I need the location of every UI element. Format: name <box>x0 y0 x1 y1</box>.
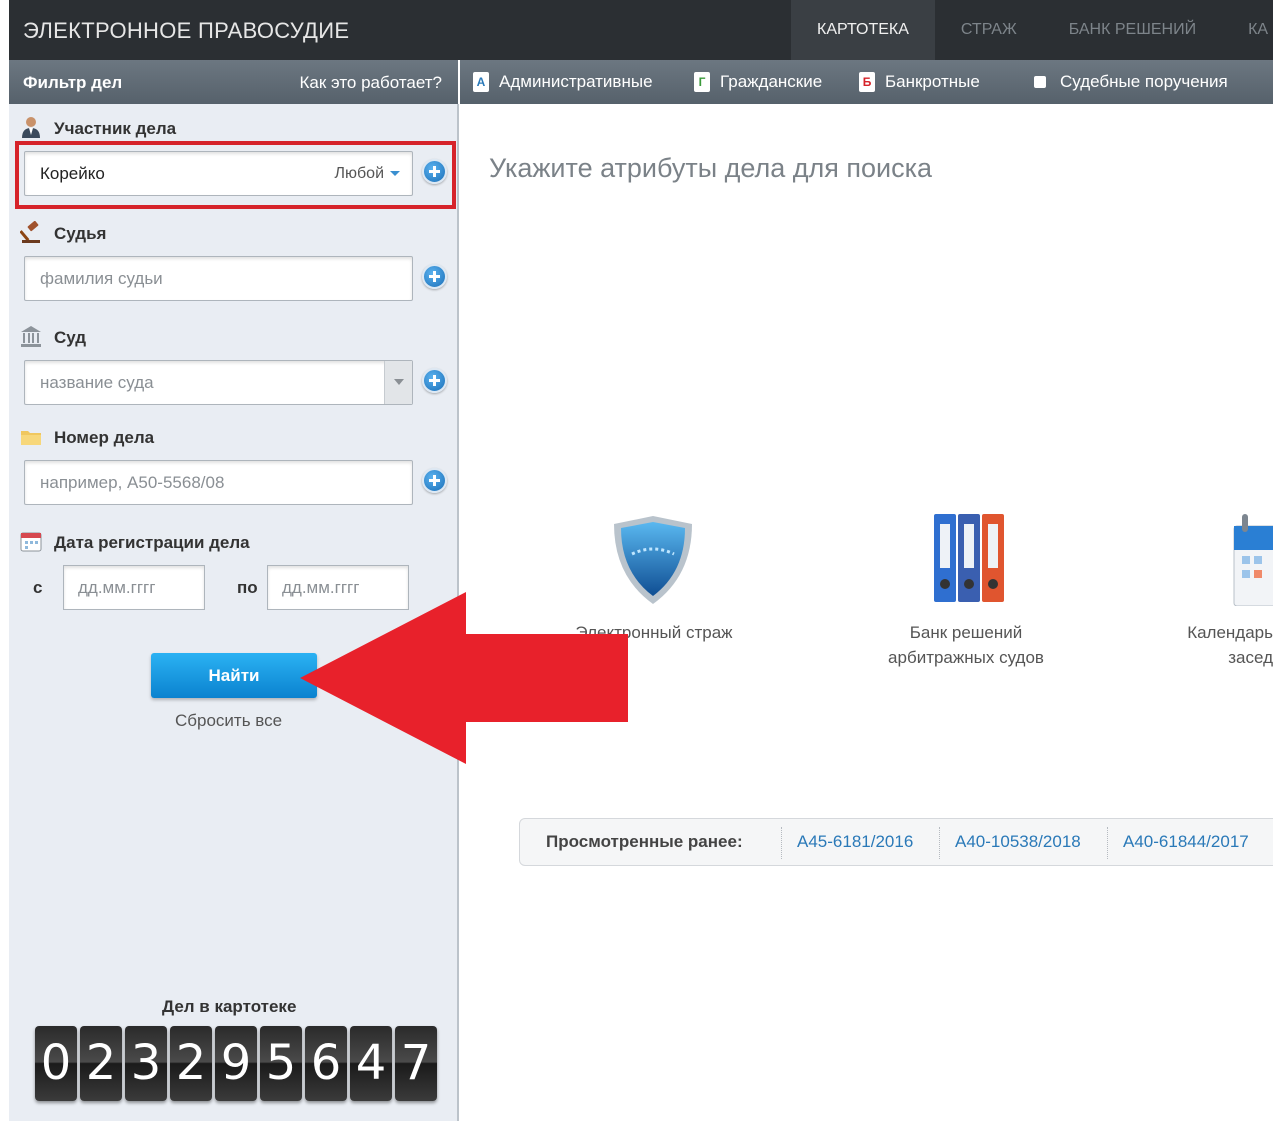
search-hint: Укажите атрибуты дела для поиска <box>489 153 933 183</box>
filter-bar: Фильтр дел Как это работает? <box>9 60 458 104</box>
counter-digit: 2 <box>170 1026 212 1101</box>
calendar-large-icon[interactable] <box>1232 512 1273 606</box>
calendar-icon <box>20 532 42 552</box>
tab-strazh[interactable]: СТРАЖ <box>935 0 1043 60</box>
court-label: Суд <box>54 328 87 347</box>
recent-case-link[interactable]: А45-6181/2016 <box>797 832 913 852</box>
annotation-arrow-icon <box>300 592 628 764</box>
counter-digit: 2 <box>80 1026 122 1101</box>
tab-kalendar[interactable]: КА <box>1222 0 1273 60</box>
divider <box>1107 827 1108 859</box>
top-header: ЭЛЕКТРОННОЕ ПРАВОСУДИЕ КАРТОТЕКА СТРАЖ Б… <box>9 0 1273 60</box>
reset-all-link[interactable]: Сбросить все <box>175 711 282 731</box>
date-to-label: по <box>237 578 258 597</box>
case-type-court-orders[interactable]: Судебные поручения <box>1034 72 1228 92</box>
dropdown-arrow-icon[interactable] <box>384 361 412 404</box>
reg-date-label: Дата регистрации дела <box>54 533 250 552</box>
add-case-number-button[interactable] <box>422 468 447 493</box>
filter-title: Фильтр дел <box>23 73 123 92</box>
counter-digit: 5 <box>260 1026 302 1101</box>
counter-digit: 3 <box>125 1026 167 1101</box>
case-type-label: Гражданские <box>720 72 823 91</box>
judge-label: Судья <box>54 224 107 243</box>
court-placeholder: название суда <box>40 373 154 392</box>
courthouse-icon <box>21 326 41 347</box>
counter-digit: 0 <box>35 1026 77 1101</box>
add-court-button[interactable] <box>422 368 447 393</box>
folder-icon <box>21 431 41 445</box>
highlight-box <box>15 141 456 209</box>
recently-viewed-label: Просмотренные ранее: <box>546 832 743 851</box>
tile-decisions-bank[interactable]: Банк решений арбитражных судов <box>866 620 1066 670</box>
date-from-input[interactable]: дд.мм.гггг <box>63 565 205 610</box>
court-select[interactable]: название суда <box>24 360 413 405</box>
top-nav: КАРТОТЕКА СТРАЖ БАНК РЕШЕНИЙ КА <box>791 0 1273 60</box>
recently-viewed: Просмотренные ранее: А45-6181/2016 А40-1… <box>519 818 1273 866</box>
case-type-bankrupt[interactable]: Б Банкротные <box>859 72 980 92</box>
participant-label: Участник дела <box>54 119 177 138</box>
cases-counter-title: Дел в картотеке <box>162 997 297 1016</box>
tab-kartoteka[interactable]: КАРТОТЕКА <box>791 0 935 60</box>
how-it-works-link[interactable]: Как это работает? <box>300 73 443 93</box>
case-number-input[interactable]: например, А50-5568/08 <box>24 460 413 505</box>
admin-icon: А <box>473 72 489 92</box>
judge-input[interactable]: фамилия судьи <box>24 256 413 301</box>
case-type-label: Судебные поручения <box>1060 72 1228 91</box>
site-logo[interactable]: ЭЛЕКТРОННОЕ ПРАВОСУДИЕ <box>23 18 349 44</box>
add-judge-button[interactable] <box>422 264 447 289</box>
date-from-label: с <box>33 578 43 597</box>
counter-digit: 7 <box>395 1026 437 1101</box>
case-type-bar: А Административные Г Гражданские Б Банкр… <box>460 60 1273 104</box>
case-type-civil[interactable]: Г Гражданские <box>694 72 822 92</box>
gavel-icon <box>20 221 40 243</box>
counter-digit: 6 <box>305 1026 347 1101</box>
cases-counter: 0 2 3 2 9 5 6 4 7 <box>35 1026 437 1101</box>
tile-calendar[interactable]: Календарь засед <box>1180 620 1273 670</box>
tab-bank-resheniy[interactable]: БАНК РЕШЕНИЙ <box>1043 0 1222 60</box>
recent-case-link[interactable]: А40-10538/2018 <box>955 832 1081 852</box>
case-type-admin[interactable]: А Административные <box>473 72 653 92</box>
divider <box>939 827 940 859</box>
case-type-label: Административные <box>499 72 653 91</box>
counter-digit: 4 <box>350 1026 392 1101</box>
civil-icon: Г <box>694 72 710 92</box>
binders-icon[interactable] <box>932 510 1008 606</box>
case-type-label: Банкротные <box>885 72 980 91</box>
case-number-label: Номер дела <box>54 428 155 447</box>
bankrupt-icon: Б <box>859 72 875 92</box>
divider <box>781 827 782 859</box>
counter-digit: 9 <box>215 1026 257 1101</box>
recent-case-link[interactable]: А40-61844/2017 <box>1123 832 1249 852</box>
person-icon <box>22 117 40 138</box>
find-button[interactable]: Найти <box>151 653 317 698</box>
checkbox-icon[interactable] <box>1034 76 1046 88</box>
